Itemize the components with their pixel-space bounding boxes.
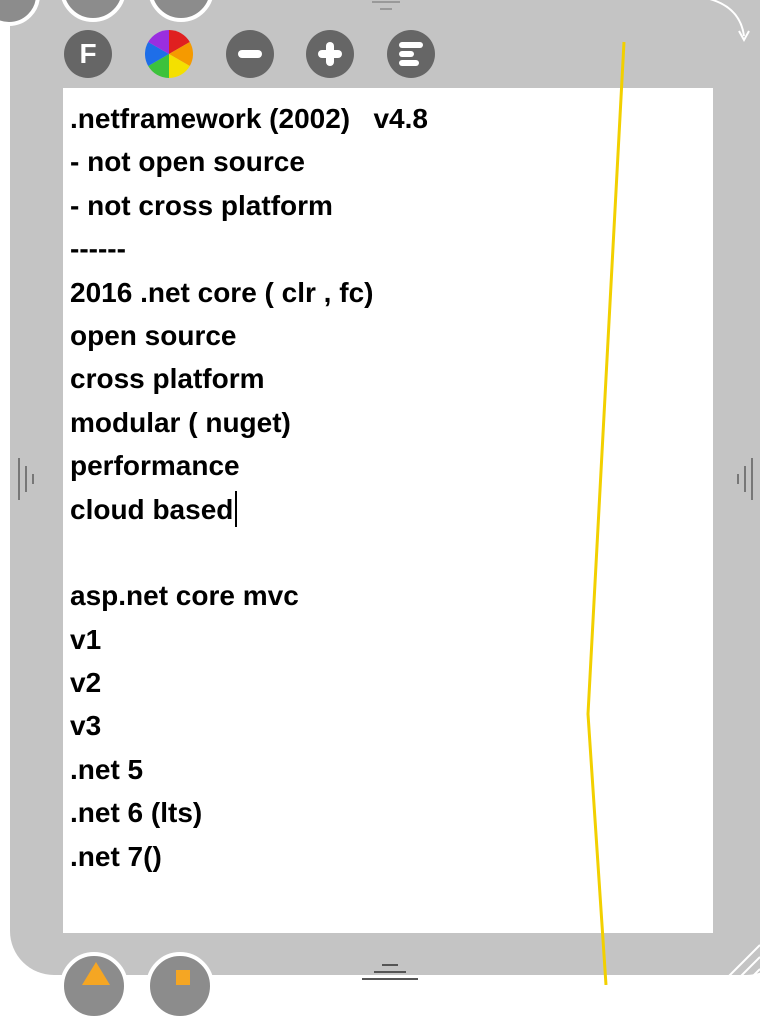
bottom-grip-icon[interactable] [362, 964, 418, 980]
sheet-icon [176, 970, 190, 985]
rotate-arrow-icon[interactable] [706, 0, 750, 43]
right-grip-icon[interactable] [737, 458, 753, 500]
top-grip-icon[interactable] [372, 1, 400, 10]
resize-handle-icon[interactable] [719, 944, 760, 985]
left-grip-icon[interactable] [18, 458, 34, 500]
export-icon [82, 962, 110, 985]
margin-line [586, 41, 626, 985]
